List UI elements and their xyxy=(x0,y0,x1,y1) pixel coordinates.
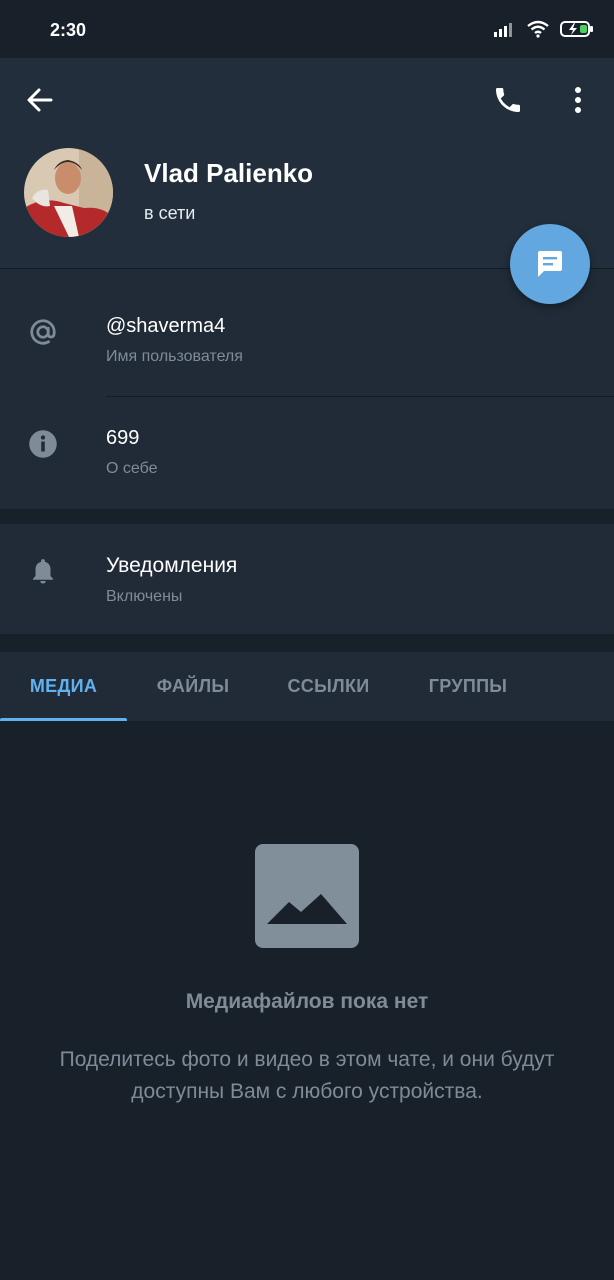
tab-media[interactable]: МЕДИА xyxy=(0,652,127,721)
media-tabs: МЕДИА ФАЙЛЫ ССЫЛКИ ГРУППЫ xyxy=(0,652,614,721)
tab-groups[interactable]: ГРУППЫ xyxy=(398,652,538,721)
at-icon xyxy=(30,319,56,345)
tab-links[interactable]: ССЫЛКИ xyxy=(259,652,398,721)
more-vertical-icon[interactable] xyxy=(566,84,590,116)
battery-charging-icon xyxy=(560,21,593,37)
bio-value: 699 xyxy=(106,427,140,449)
signal-icon xyxy=(494,23,512,37)
status-time: 2:30 xyxy=(50,20,87,40)
bio-row[interactable]: 699 О себе xyxy=(0,397,614,509)
tab-files[interactable]: ФАЙЛЫ xyxy=(127,652,259,721)
notifications-value: Включены xyxy=(106,588,183,605)
notifications-title: Уведомления xyxy=(106,554,238,577)
wifi-icon xyxy=(527,20,549,38)
status-bar: 2:30 xyxy=(0,0,614,58)
profile-name: Vlad Palienko xyxy=(144,158,314,188)
active-tab-indicator xyxy=(0,718,127,721)
bio-label: О себе xyxy=(106,460,158,477)
empty-state-text: Поделитесь фото и видео в этом чате, и о… xyxy=(59,1048,555,1103)
phone-icon[interactable] xyxy=(492,84,524,116)
empty-state-title: Медиафайлов пока нет xyxy=(185,990,429,1013)
info-section: @shaverma4 Имя пользователя 699 О себе xyxy=(0,268,614,509)
send-message-button[interactable] xyxy=(510,224,590,304)
profile-status: в сети xyxy=(144,203,196,223)
arrow-left-icon[interactable] xyxy=(24,84,56,116)
status-icons xyxy=(494,20,594,38)
notifications-row[interactable]: Уведомления Включены xyxy=(0,524,614,634)
message-icon xyxy=(538,251,562,277)
username-value: @shaverma4 xyxy=(106,315,226,337)
bell-icon xyxy=(33,559,53,584)
info-icon xyxy=(29,430,57,458)
username-label: Имя пользователя xyxy=(106,348,243,365)
image-placeholder-icon xyxy=(255,844,359,948)
avatar[interactable] xyxy=(24,148,113,237)
